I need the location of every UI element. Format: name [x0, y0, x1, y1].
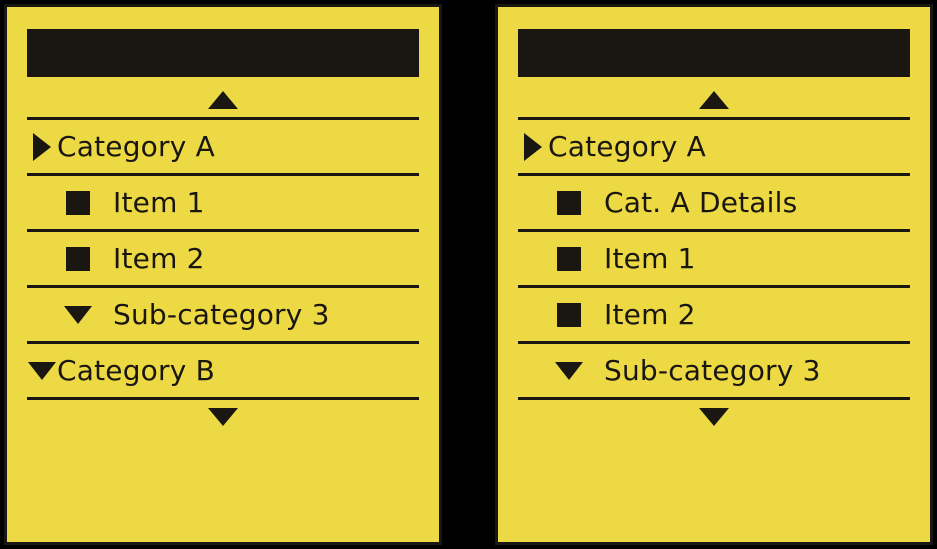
triangle-down-icon [555, 362, 583, 380]
tree-panel-right: Category A Cat. A Details Item 1 [495, 4, 933, 545]
square-icon [557, 191, 581, 215]
triangle-right-icon [524, 133, 542, 161]
tree-item-label: Item 2 [113, 242, 205, 275]
panel-header-bar [518, 29, 910, 77]
tree-panel-left: Category A Item 1 Item 2 [4, 4, 442, 545]
tree-category-a[interactable]: Category A [518, 120, 910, 173]
tree-subcategory[interactable]: Sub-category 3 [27, 288, 419, 341]
tree-item[interactable]: Item 1 [518, 232, 910, 285]
triangle-down-icon [64, 306, 92, 324]
tree-item-label: Item 2 [604, 298, 696, 331]
tree-category-label: Category B [57, 354, 215, 387]
square-icon [557, 303, 581, 327]
square-icon [66, 247, 90, 271]
panel-header-bar [27, 29, 419, 77]
tree-item-label: Item 1 [604, 242, 696, 275]
tree-item[interactable]: Cat. A Details [518, 176, 910, 229]
tree-item[interactable]: Item 2 [518, 288, 910, 341]
tree-category-label: Category A [548, 130, 706, 163]
tree-category-label: Category A [57, 130, 215, 163]
scroll-down-button[interactable] [27, 400, 419, 434]
triangle-up-icon [208, 91, 238, 109]
tree-item[interactable]: Item 2 [27, 232, 419, 285]
triangle-down-icon [28, 362, 56, 380]
square-icon [66, 191, 90, 215]
tree-item[interactable]: Item 1 [27, 176, 419, 229]
diagram-stage: Category A Item 1 Item 2 [0, 0, 937, 549]
tree-item-label: Item 1 [113, 186, 205, 219]
tree-category-b[interactable]: Category B [27, 344, 419, 397]
triangle-down-icon [699, 408, 729, 426]
triangle-right-icon [33, 133, 51, 161]
tree-subcategory-label: Sub-category 3 [604, 354, 821, 387]
scroll-up-button[interactable] [518, 83, 910, 117]
scroll-up-button[interactable] [27, 83, 419, 117]
tree-item-label: Cat. A Details [604, 186, 797, 219]
tree-subcategory[interactable]: Sub-category 3 [518, 344, 910, 397]
triangle-up-icon [699, 91, 729, 109]
tree-subcategory-label: Sub-category 3 [113, 298, 330, 331]
tree-category-a[interactable]: Category A [27, 120, 419, 173]
square-icon [557, 247, 581, 271]
scroll-down-button[interactable] [518, 400, 910, 434]
triangle-down-icon [208, 408, 238, 426]
